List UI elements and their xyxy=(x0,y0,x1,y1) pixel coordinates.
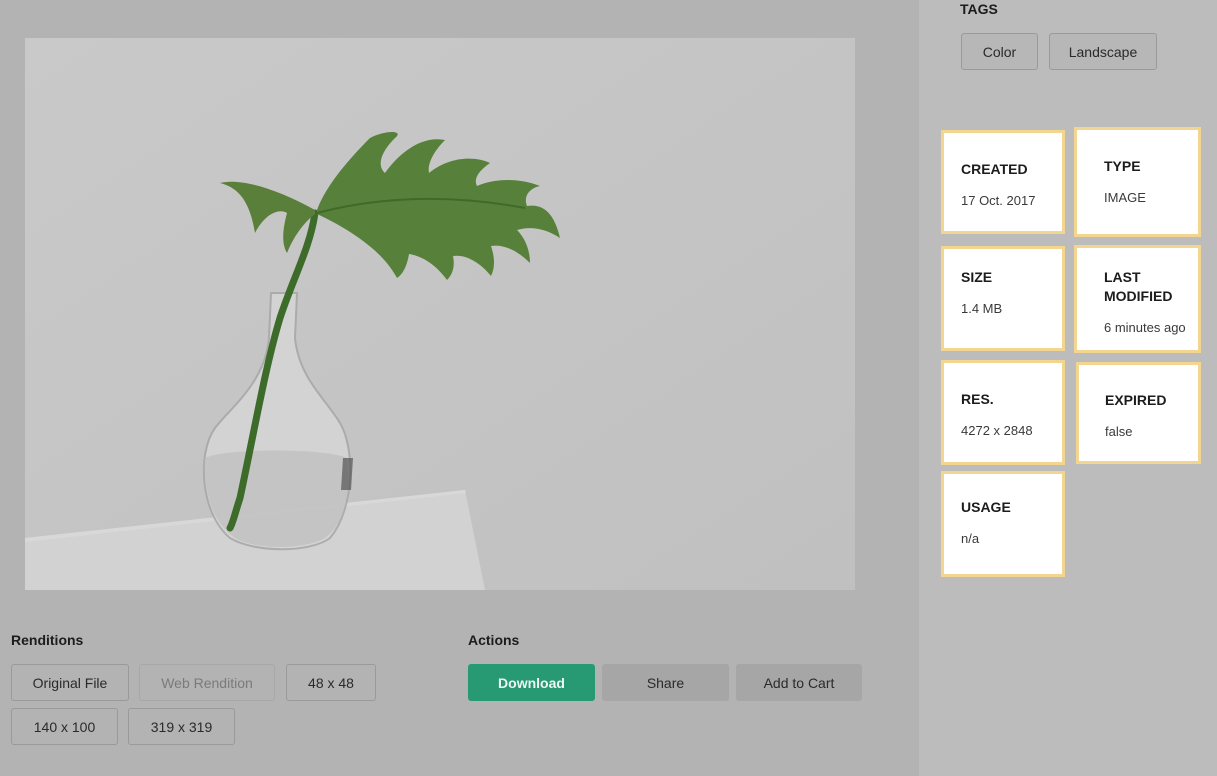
asset-metadata-sidebar: TAGS Color Landscape CREATED 17 Oct. 201… xyxy=(919,0,1217,776)
asset-main-panel: Renditions Original File Web Rendition 4… xyxy=(0,0,919,776)
usage-value: n/a xyxy=(961,531,980,546)
renditions-title: Renditions xyxy=(11,632,84,648)
actions-title: Actions xyxy=(468,632,520,648)
download-button[interactable]: Download xyxy=(468,664,595,701)
rendition-web-button[interactable]: Web Rendition xyxy=(139,664,275,701)
metadata-card-size: SIZE 1.4 MB xyxy=(941,246,1065,351)
rendition-319x319-button[interactable]: 319 x 319 xyxy=(128,708,235,745)
last-modified-label: LAST MODIFIED xyxy=(1104,269,1173,304)
type-label: TYPE xyxy=(1104,158,1141,174)
resolution-label: RES. xyxy=(961,391,994,407)
size-value: 1.4 MB xyxy=(961,301,1003,316)
last-modified-value: 6 minutes ago xyxy=(1104,320,1186,335)
tags-title: TAGS xyxy=(960,1,998,17)
tag-color[interactable]: Color xyxy=(961,33,1038,70)
metadata-card-resolution: RES. 4272 x 2848 xyxy=(941,360,1065,465)
metadata-card-created: CREATED 17 Oct. 2017 xyxy=(941,130,1065,234)
usage-label: USAGE xyxy=(961,499,1011,515)
rendition-140x100-button[interactable]: 140 x 100 xyxy=(11,708,118,745)
expired-value: false xyxy=(1105,424,1133,439)
expired-label: EXPIRED xyxy=(1105,392,1167,408)
metadata-card-usage: USAGE n/a xyxy=(941,471,1065,577)
rendition-48x48-button[interactable]: 48 x 48 xyxy=(286,664,376,701)
type-value: IMAGE xyxy=(1104,190,1146,205)
metadata-card-last-modified: LAST MODIFIED 6 minutes ago xyxy=(1074,245,1201,353)
created-value: 17 Oct. 2017 xyxy=(961,193,1036,208)
tag-landscape[interactable]: Landscape xyxy=(1049,33,1157,70)
rendition-original-file-button[interactable]: Original File xyxy=(11,664,129,701)
plant-in-vase-illustration xyxy=(25,38,855,590)
add-to-cart-button[interactable]: Add to Cart xyxy=(736,664,862,701)
created-label: CREATED xyxy=(961,161,1028,177)
asset-details-page: Renditions Original File Web Rendition 4… xyxy=(0,0,1217,776)
resolution-value: 4272 x 2848 xyxy=(961,423,1033,438)
metadata-card-expired: EXPIRED false xyxy=(1076,362,1201,464)
size-label: SIZE xyxy=(961,269,993,285)
metadata-card-type: TYPE IMAGE xyxy=(1074,127,1201,237)
share-button[interactable]: Share xyxy=(602,664,729,701)
asset-preview-image xyxy=(25,38,855,590)
